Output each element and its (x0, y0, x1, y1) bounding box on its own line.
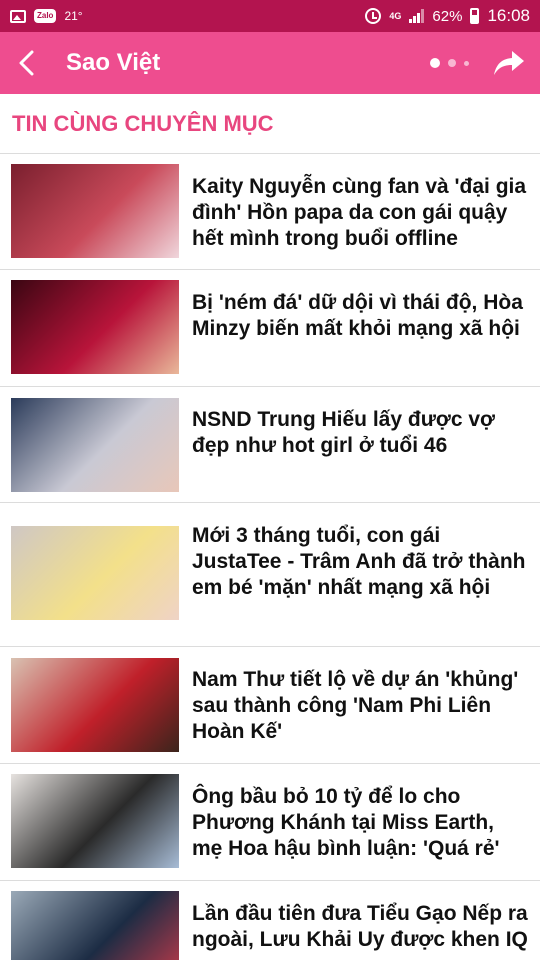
battery-icon (470, 8, 480, 24)
temperature-text: 21° (64, 9, 83, 23)
image-icon (10, 9, 26, 23)
app-bar: Sao Việt (0, 32, 540, 94)
article-item[interactable]: Kaity Nguyễn cùng fan và 'đại gia đình' … (0, 154, 540, 270)
article-headline[interactable]: Kaity Nguyễn cùng fan và 'đại gia đình' … (192, 174, 530, 252)
article-list: Kaity Nguyễn cùng fan và 'đại gia đình' … (0, 154, 540, 960)
share-arrow-icon[interactable] (492, 48, 526, 78)
article-thumbnail[interactable] (11, 398, 179, 492)
article-headline[interactable]: Ông bầu bỏ 10 tỷ để lo cho Phương Khánh … (192, 784, 530, 862)
article-thumbnail[interactable] (11, 164, 179, 258)
article-item[interactable]: Bị 'ném đá' dữ dội vì thái độ, Hòa Minzy… (0, 270, 540, 387)
alarm-icon (365, 8, 382, 24)
signal-icon (409, 9, 425, 23)
article-headline[interactable]: Lần đầu tiên đưa Tiểu Gạo Nếp ra ngoài, … (192, 901, 530, 960)
article-item[interactable]: Ông bầu bỏ 10 tỷ để lo cho Phương Khánh … (0, 764, 540, 881)
article-headline[interactable]: Mới 3 tháng tuổi, con gái JustaTee - Trâ… (192, 523, 530, 601)
status-bar: Zalo 21° 4G 62% 16:08 (0, 0, 540, 32)
page-dot (464, 60, 469, 66)
page-dot (448, 59, 456, 67)
article-thumbnail[interactable] (11, 774, 179, 868)
clock-time: 16:08 (487, 6, 530, 25)
article-item[interactable]: Nam Thư tiết lộ về dự án 'khủng' sau thà… (0, 647, 540, 764)
zalo-icon: Zalo (34, 9, 57, 23)
article-thumbnail[interactable] (11, 526, 179, 620)
back-arrow-icon (19, 50, 34, 76)
page-dot (430, 58, 440, 68)
article-item[interactable]: NSND Trung Hiếu lấy được vợ đẹp như hot … (0, 387, 540, 503)
page-title: Sao Việt (66, 49, 161, 76)
article-item[interactable]: Lần đầu tiên đưa Tiểu Gạo Nếp ra ngoài, … (0, 881, 540, 960)
page-indicator (430, 58, 469, 68)
network-type: 4G (389, 10, 402, 21)
article-headline[interactable]: Nam Thư tiết lộ về dự án 'khủng' sau thà… (192, 667, 530, 745)
battery-percent: 62% (432, 7, 463, 25)
section-title: TIN CÙNG CHUYÊN MỤC (12, 111, 274, 136)
article-item[interactable]: Mới 3 tháng tuổi, con gái JustaTee - Trâ… (0, 503, 540, 647)
back-button[interactable] (0, 32, 54, 94)
article-headline[interactable]: Bị 'ném đá' dữ dội vì thái độ, Hòa Minzy… (192, 290, 530, 342)
article-headline[interactable]: NSND Trung Hiếu lấy được vợ đẹp như hot … (192, 407, 530, 459)
article-thumbnail[interactable] (11, 658, 179, 752)
article-thumbnail[interactable] (11, 891, 179, 960)
article-thumbnail[interactable] (11, 280, 179, 374)
